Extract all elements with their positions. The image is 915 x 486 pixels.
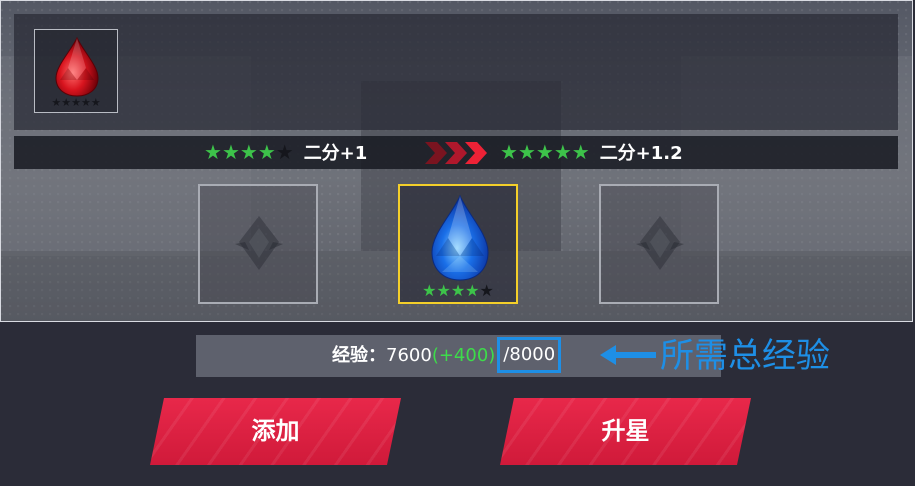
star-empty-icon: ★: [275, 140, 294, 164]
star-up-button[interactable]: 升星: [500, 398, 751, 465]
exp-current: 7600: [386, 345, 432, 366]
next-stars: ★★★★★: [500, 140, 590, 164]
blue-gem-icon: [431, 194, 489, 281]
star-empty-icon: ★: [71, 96, 81, 109]
exp-readout: 经验：7600(+400)/8000: [332, 335, 562, 377]
star-empty-icon: ★: [51, 96, 62, 109]
current-stars: ★★★★★: [204, 140, 294, 164]
material-slot-1[interactable]: [198, 184, 318, 304]
material-stars: ★★★★★: [400, 282, 516, 300]
star-filled-icon: ★: [465, 281, 480, 300]
star-filled-icon: ★: [257, 140, 276, 164]
star-filled-icon: ★: [204, 140, 222, 164]
star-filled-icon: ★: [450, 281, 466, 300]
star-empty-icon: ★: [479, 281, 494, 300]
star-filled-icon: ★: [239, 140, 258, 164]
star-empty-icon: ★: [80, 96, 91, 109]
selected-item-stars: ★★★★★: [35, 97, 117, 109]
star-filled-icon: ★: [535, 140, 554, 164]
material-slot-3[interactable]: [599, 184, 719, 304]
selected-item-band: [14, 14, 898, 130]
star-filled-icon: ★: [422, 281, 437, 300]
emblem-icon: [235, 216, 283, 270]
chevron-right-icon: [425, 142, 487, 164]
exp-gain: (+400): [431, 345, 496, 366]
add-button[interactable]: 添加: [150, 398, 401, 465]
arrow-left-icon: [600, 345, 656, 365]
exp-label: 经验：: [332, 345, 386, 366]
star-filled-icon: ★: [436, 281, 451, 300]
star-filled-icon: ★: [553, 140, 572, 164]
star-filled-icon: ★: [517, 140, 536, 164]
next-star-group: ★★★★★ 二分+1.2: [500, 136, 683, 169]
material-slot-2[interactable]: ★★★★★: [398, 184, 518, 304]
exp-total: /8000: [497, 337, 562, 373]
star-empty-icon: ★: [61, 96, 72, 109]
star-filled-icon: ★: [571, 140, 590, 164]
current-star-group: ★★★★★ 二分+1: [204, 136, 367, 169]
emblem-icon: [636, 216, 684, 270]
current-stat: 二分+1: [303, 143, 368, 164]
next-stat: 二分+1.2: [599, 143, 683, 164]
star-filled-icon: ★: [500, 140, 518, 164]
star-empty-icon: ★: [90, 96, 101, 109]
red-gem-icon: [55, 36, 99, 97]
selected-item-slot[interactable]: ★★★★★: [34, 29, 118, 113]
annotation-text: 所需总经验: [660, 336, 830, 376]
star-filled-icon: ★: [221, 140, 240, 164]
